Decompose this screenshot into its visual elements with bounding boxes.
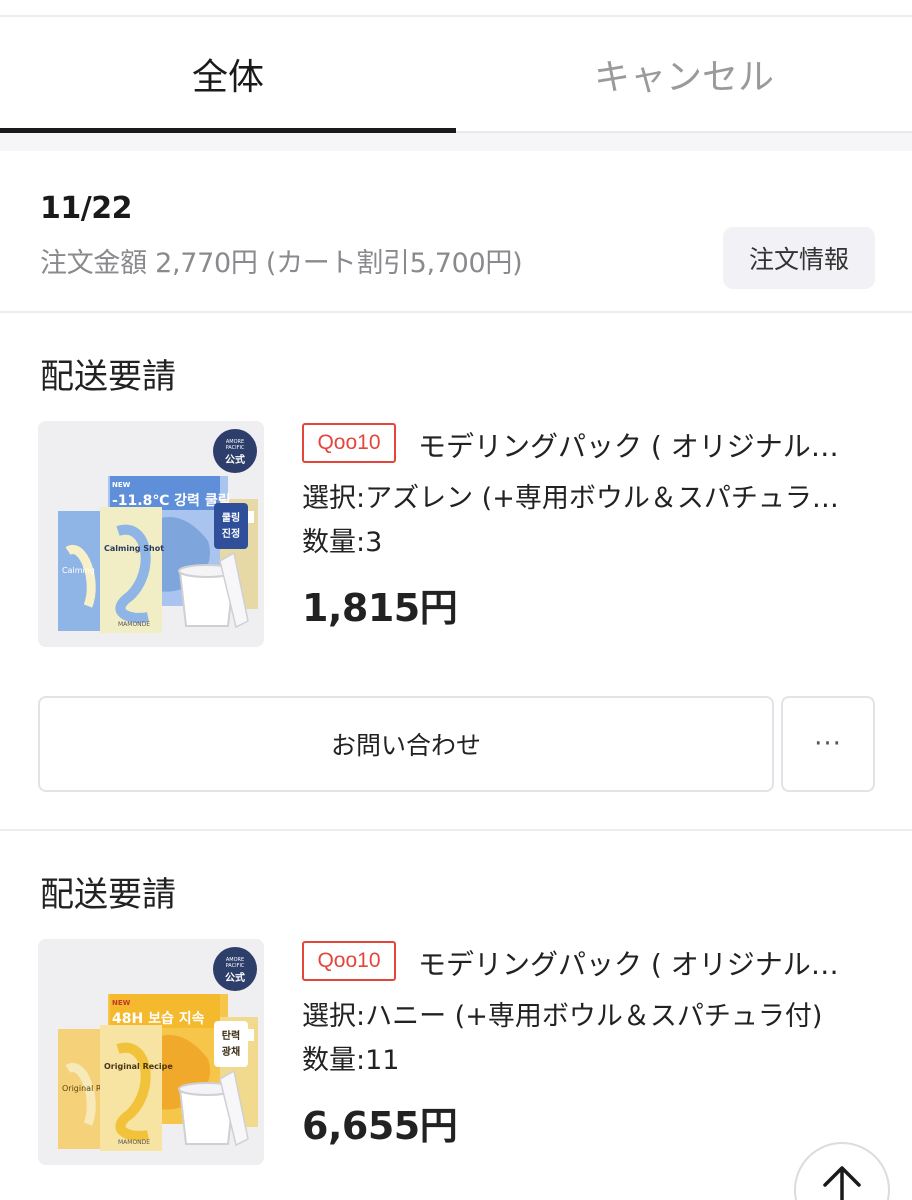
svg-text:쿨링: 쿨링: [222, 512, 240, 524]
product-image-art: NEW 48H 보습 지속 탄력 광채 Original R Original …: [38, 939, 264, 1165]
qoo10-badge: Qoo10: [302, 423, 396, 463]
product-quantity: 数量:3: [302, 527, 383, 558]
product-name[interactable]: モデリングパック ( オリジナル…: [418, 425, 868, 465]
tab-cancel[interactable]: キャンセル: [456, 17, 912, 133]
product-image[interactable]: NEW -11.8℃ 강력 쿨링 쿨링 진정 Calming Calming S…: [38, 421, 264, 647]
svg-text:탄력: 탄력: [222, 1029, 240, 1042]
svg-text:진정: 진정: [222, 527, 240, 540]
inquiry-button[interactable]: お問い合わせ: [38, 696, 774, 792]
order-item: 配送要請 NEW 48H 보습 지속 탄력 광채 Original R Orig…: [0, 831, 912, 1200]
product-quantity: 数量:11: [302, 1045, 400, 1076]
svg-text:NEW: NEW: [112, 999, 131, 1007]
arrow-up-icon: [823, 1166, 861, 1200]
product-option: 選択:アズレン (+専用ボウル＆スパチュラ…: [302, 483, 839, 514]
product-price: 6,655円: [302, 1104, 458, 1148]
order-header: 11/22 注文金額 2,770円 (カート割引5,700円) 注文情報: [0, 151, 912, 313]
svg-text:Original Recipe: Original Recipe: [104, 1062, 173, 1071]
order-date: 11/22: [40, 191, 132, 226]
product-option: 選択:ハニー (+専用ボウル＆スパチュラ付): [302, 1001, 823, 1032]
svg-text:NEW: NEW: [112, 481, 131, 489]
delivery-status: 配送要請: [40, 357, 176, 397]
svg-text:-11.8℃ 강력 쿨링: -11.8℃ 강력 쿨링: [112, 492, 231, 509]
product-price: 1,815円: [302, 586, 458, 630]
order-item: 配送要請 NEW -11.8℃ 강력 쿨링 쿨링 진정 Calming Calm…: [0, 313, 912, 829]
svg-text:Calming Shot: Calming Shot: [104, 544, 164, 553]
svg-text:MAMONDE: MAMONDE: [118, 621, 150, 628]
svg-text:Original R: Original R: [62, 1084, 102, 1093]
svg-text:MAMONDE: MAMONDE: [118, 1139, 150, 1146]
svg-text:Calming: Calming: [62, 566, 95, 575]
svg-text:公式: 公式: [225, 453, 245, 466]
tab-all[interactable]: 全体: [0, 17, 456, 133]
order-tabs: 全体 キャンセル: [0, 17, 912, 133]
delivery-status: 配送要請: [40, 875, 176, 915]
svg-text:PACIFIC: PACIFIC: [226, 963, 245, 969]
more-options-button[interactable]: ···: [781, 696, 875, 792]
svg-text:PACIFIC: PACIFIC: [226, 445, 245, 451]
svg-text:公式: 公式: [225, 971, 245, 984]
order-info-button[interactable]: 注文情報: [723, 227, 875, 289]
product-image[interactable]: NEW 48H 보습 지속 탄력 광채 Original R Original …: [38, 939, 264, 1165]
order-amount: 注文金額 2,770円 (カート割引5,700円): [40, 248, 523, 279]
product-image-art: NEW -11.8℃ 강력 쿨링 쿨링 진정 Calming Calming S…: [38, 421, 264, 647]
product-name[interactable]: モデリングパック ( オリジナル…: [418, 943, 868, 983]
qoo10-badge: Qoo10: [302, 941, 396, 981]
svg-text:광채: 광채: [222, 1045, 240, 1058]
svg-text:48H 보습 지속: 48H 보습 지속: [112, 1011, 205, 1027]
section-gap: [0, 133, 912, 151]
